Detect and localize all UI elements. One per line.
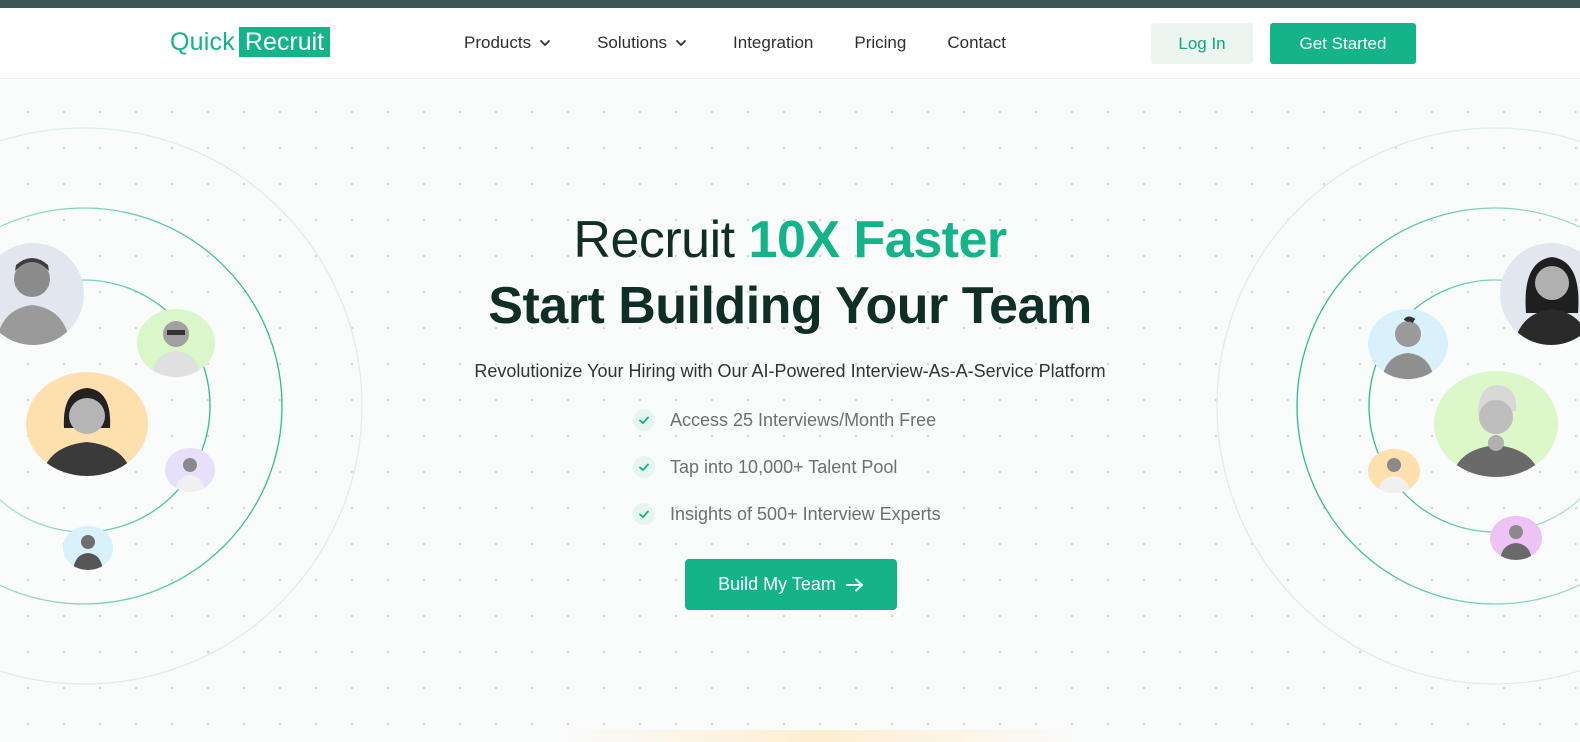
nav-label-contact: Contact — [947, 33, 1006, 52]
bottom-glow-decoration — [560, 730, 1080, 742]
avatar — [165, 448, 215, 492]
main-menu: Products Solutions Integration Pricing C… — [464, 32, 1006, 54]
login-button[interactable]: Log In — [1151, 23, 1253, 64]
nav-label-pricing: Pricing — [854, 33, 907, 52]
chevron-down-icon — [540, 40, 550, 46]
avatar — [63, 526, 113, 570]
check-icon — [633, 456, 655, 478]
nav-item-integration[interactable]: Integration — [733, 32, 813, 54]
get-started-button[interactable]: Get Started — [1270, 23, 1416, 64]
hero-section: Recruit 10X Faster Start Building Your T… — [0, 80, 1580, 742]
feature-text: Tap into 10,000+ Talent Pool — [670, 456, 898, 477]
top-accent-bar — [0, 0, 1580, 8]
logo-text-recruit: Recruit — [238, 27, 331, 57]
avatar — [1490, 516, 1542, 560]
feature-item: Insights of 500+ Interview Experts — [633, 501, 941, 527]
feature-text: Access 25 Interviews/Month Free — [670, 409, 937, 430]
navbar: Quick Recruit Products Solutions Integra… — [0, 8, 1580, 79]
feature-text: Insights of 500+ Interview Experts — [670, 503, 941, 524]
nav-label-integration: Integration — [733, 33, 814, 52]
hero-subtitle: Revolutionize Your Hiring with Our AI-Po… — [474, 361, 1106, 381]
feature-item: Tap into 10,000+ Talent Pool — [633, 454, 941, 480]
hero-title-line2: Start Building Your Team — [488, 277, 1092, 335]
build-my-team-button[interactable]: Build My Team — [685, 559, 897, 610]
chevron-down-icon — [676, 40, 686, 46]
logo[interactable]: Quick Recruit — [170, 27, 331, 57]
hero-title-accent: 10X Faster — [748, 211, 1008, 269]
hero-title-prefix: Recruit — [573, 211, 749, 269]
nav-label-solutions: Solutions — [597, 33, 668, 52]
avatar — [1434, 371, 1558, 477]
avatar — [1368, 449, 1420, 493]
nav-item-products[interactable]: Products — [464, 32, 551, 54]
check-icon — [633, 503, 655, 525]
cta-label: Build My Team — [718, 574, 836, 594]
feature-list: Access 25 Interviews/Month Free Tap into… — [633, 407, 941, 548]
avatar — [26, 372, 148, 476]
nav-item-pricing[interactable]: Pricing — [854, 32, 906, 54]
check-icon — [633, 409, 655, 431]
hero-title: Recruit 10X Faster — [0, 210, 1580, 270]
feature-item: Access 25 Interviews/Month Free — [633, 407, 941, 433]
nav-item-solutions[interactable]: Solutions — [597, 32, 687, 54]
arrow-right-icon — [845, 578, 863, 591]
logo-text-quick: Quick — [170, 27, 235, 56]
nav-item-contact[interactable]: Contact — [947, 32, 1006, 54]
nav-label-products: Products — [464, 33, 532, 52]
